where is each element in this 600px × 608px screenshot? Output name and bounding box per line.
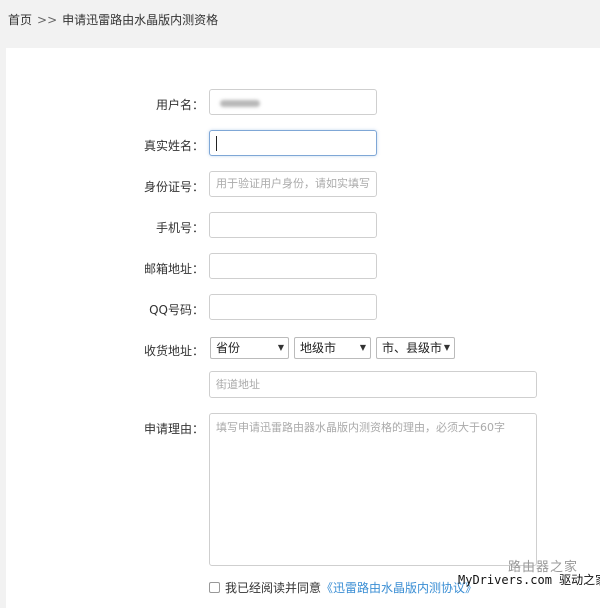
- breadcrumb-current: 申请迅雷路由水晶版内测资格: [62, 13, 219, 27]
- reason-textarea[interactable]: 填写申请迅雷路由器水晶版内测资格的理由，必须大于60字: [209, 413, 537, 566]
- username-input[interactable]: [209, 89, 377, 115]
- qq-input[interactable]: [209, 294, 377, 320]
- breadcrumb-separator: >>: [37, 13, 58, 27]
- address-label: 收货地址：: [143, 344, 204, 358]
- city-select-value: 地级市: [300, 341, 337, 355]
- breadcrumb-home[interactable]: 首页: [8, 13, 32, 27]
- reason-label: 申请理由：: [143, 422, 204, 436]
- county-select[interactable]: 市、县级市 ▼: [376, 337, 455, 359]
- agreement-link[interactable]: 《迅雷路由水晶版内测协议》: [321, 581, 477, 595]
- idcard-label: 身份证号：: [143, 180, 204, 194]
- breadcrumb: 首页 >> 申请迅雷路由水晶版内测资格: [8, 11, 218, 28]
- email-input[interactable]: [209, 253, 377, 279]
- phone-input[interactable]: [209, 212, 377, 238]
- province-select-value: 省份: [216, 341, 241, 355]
- email-label: 邮箱地址：: [143, 262, 204, 276]
- reason-placeholder: 填写申请迅雷路由器水晶版内测资格的理由，必须大于60字: [216, 421, 505, 434]
- watermark-domain: MyDrivers.com 驱动之家: [458, 573, 600, 587]
- idcard-input[interactable]: 用于验证用户身份，请如实填写: [209, 171, 377, 197]
- street-address-input[interactable]: 街道地址: [209, 371, 537, 398]
- form-panel: 用户名： 真实姓名： 身份证号： 用于验证用户身份，请如实填写 手机号： 邮箱地…: [6, 48, 600, 608]
- phone-label: 手机号：: [155, 221, 204, 235]
- realname-label: 真实姓名：: [143, 139, 204, 153]
- chevron-down-icon: ▼: [443, 343, 450, 352]
- username-label: 用户名：: [155, 98, 204, 112]
- chevron-down-icon: ▼: [277, 343, 284, 352]
- county-select-value: 市、县级市: [382, 341, 443, 355]
- agreement-text: 我已经阅读并同意: [225, 581, 322, 595]
- city-select[interactable]: 地级市 ▼: [294, 337, 371, 359]
- agreement-checkbox[interactable]: [209, 582, 220, 593]
- realname-input[interactable]: [209, 130, 377, 156]
- idcard-placeholder: 用于验证用户身份，请如实填写: [216, 177, 370, 190]
- qq-label: QQ号码：: [149, 303, 204, 317]
- chevron-down-icon: ▼: [359, 343, 366, 352]
- street-address-placeholder: 街道地址: [216, 378, 260, 391]
- province-select[interactable]: 省份 ▼: [210, 337, 289, 359]
- agreement-row: 我已经阅读并同意《迅雷路由水晶版内测协议》: [209, 579, 477, 596]
- text-caret: [216, 136, 217, 151]
- username-blurred-value: [220, 100, 260, 107]
